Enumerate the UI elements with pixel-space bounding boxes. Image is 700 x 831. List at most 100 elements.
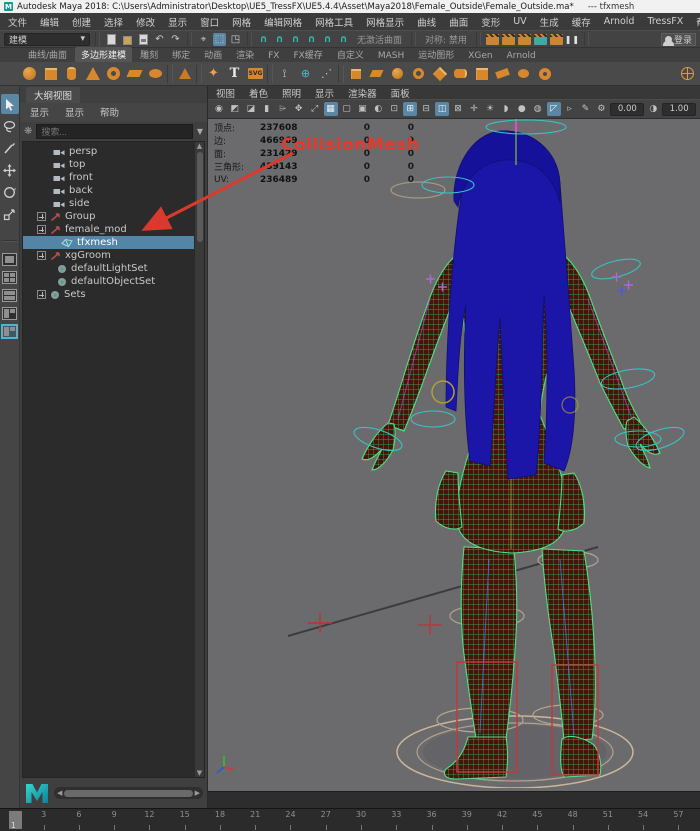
- resolution-gate-icon[interactable]: ⊞: [403, 102, 417, 116]
- viewport-menu-lighting[interactable]: 照明: [282, 86, 301, 100]
- login-button[interactable]: 登录: [661, 33, 696, 46]
- menu-mesh-display[interactable]: 网格显示: [366, 15, 404, 29]
- shelf-tab-fx[interactable]: FX: [262, 50, 285, 62]
- shelf-tab-xgen[interactable]: XGen: [462, 50, 498, 62]
- layout-four-pane-button[interactable]: [2, 271, 17, 284]
- oversan-icon[interactable]: ⤢: [308, 102, 322, 116]
- motion-blur-icon[interactable]: ◍: [531, 102, 545, 116]
- paint-select-tool[interactable]: [1, 138, 19, 158]
- shelf-tab-motion-graphics[interactable]: 运动图形: [412, 47, 460, 62]
- lighting-icon[interactable]: ☀: [483, 102, 497, 116]
- outliner-item-front[interactable]: front: [23, 171, 194, 184]
- outliner-item-defaultlightset[interactable]: defaultLightSet: [23, 262, 194, 275]
- status-separator[interactable]: [187, 32, 192, 46]
- poly-text-icon[interactable]: T: [225, 64, 244, 83]
- quad-draw-icon[interactable]: [514, 64, 533, 83]
- gate-mask-icon[interactable]: ⊟: [419, 102, 433, 116]
- safe-action-icon[interactable]: ⊠: [451, 102, 465, 116]
- scrollbar-thumb[interactable]: [197, 152, 203, 242]
- undo-icon[interactable]: ↶: [153, 33, 166, 46]
- expand-icon[interactable]: [37, 225, 46, 234]
- make-live-icon[interactable]: ∩: [337, 33, 350, 46]
- viewport-canvas[interactable]: 顶点:23760800 边:46696900 面:23142900 三角形:45…: [208, 119, 700, 791]
- locator-icon[interactable]: ⊕: [296, 64, 315, 83]
- shelf-tab-custom[interactable]: 自定义: [331, 47, 370, 62]
- menu-mesh[interactable]: 网格: [232, 15, 251, 29]
- lasso-tool[interactable]: [1, 116, 19, 136]
- shaded-icon[interactable]: ▢: [340, 102, 354, 116]
- expand-icon[interactable]: [37, 212, 46, 221]
- gamma-icon[interactable]: ◑: [646, 102, 660, 116]
- status-separator[interactable]: [247, 32, 252, 46]
- outliner-item-tfxmesh[interactable]: tfxmesh: [23, 236, 194, 249]
- viewport-menu-panels[interactable]: 面板: [391, 86, 410, 100]
- bookmark-icon[interactable]: ▮: [260, 102, 274, 116]
- poly-cylinder-icon[interactable]: [62, 64, 81, 83]
- layout-two-pane-button[interactable]: [2, 289, 17, 302]
- combine-icon[interactable]: [346, 64, 365, 83]
- move-tool[interactable]: [1, 160, 19, 180]
- snap-curve-icon[interactable]: ∩: [273, 33, 286, 46]
- outliner-item-persp[interactable]: persp: [23, 145, 194, 158]
- shelf-tab-mash[interactable]: MASH: [372, 50, 410, 62]
- separate-icon[interactable]: [367, 64, 386, 83]
- outliner-item-xggroom[interactable]: xgGroom: [23, 249, 194, 262]
- expand-icon[interactable]: [37, 251, 46, 260]
- wireframe-icon[interactable]: ▦: [324, 102, 338, 116]
- extrude-icon[interactable]: [472, 64, 491, 83]
- layout-outliner-persp-button[interactable]: [2, 325, 17, 338]
- menu-uv[interactable]: UV: [513, 16, 526, 27]
- select-object-icon[interactable]: ⬚: [213, 33, 226, 46]
- scroll-right-icon[interactable]: ▶: [195, 789, 200, 797]
- outliner-item-defaultobjectset[interactable]: defaultObjectSet: [23, 275, 194, 288]
- outliner-item-group[interactable]: Group: [23, 210, 194, 223]
- select-camera-icon[interactable]: ◉: [212, 102, 226, 116]
- outliner-item-back[interactable]: back: [23, 184, 194, 197]
- shelf-tab-poly-modeling[interactable]: 多边形建模: [75, 47, 132, 62]
- multi-cut-icon[interactable]: [493, 64, 512, 83]
- status-separator[interactable]: [411, 32, 416, 46]
- outliner-item-top[interactable]: top: [23, 158, 194, 171]
- film-gate-icon[interactable]: ⊡: [387, 102, 401, 116]
- poly-cube-icon[interactable]: [41, 64, 60, 83]
- time-slider[interactable]: 1 3 6 9 12 15 18 21 24 27 30 33 36 39 42…: [0, 808, 700, 831]
- textured-icon[interactable]: ▣: [355, 102, 369, 116]
- image-plane-icon[interactable]: ⌲: [276, 102, 290, 116]
- menu-deform[interactable]: 变形: [481, 15, 500, 29]
- xray-icon[interactable]: ◸: [547, 102, 561, 116]
- shelf-tab-rigging[interactable]: 绑定: [166, 47, 196, 62]
- poly-cone-icon[interactable]: [83, 64, 102, 83]
- bevel-icon[interactable]: [430, 64, 449, 83]
- snap-projected-center-icon[interactable]: ∩: [305, 33, 318, 46]
- field-chart-icon[interactable]: ◫: [435, 102, 449, 116]
- outliner-menu-help[interactable]: 帮助: [100, 105, 119, 119]
- save-scene-icon[interactable]: [137, 33, 150, 46]
- screen-space-ao-icon[interactable]: ●: [515, 102, 529, 116]
- grease-pencil-icon[interactable]: ✎: [579, 102, 593, 116]
- viewport-menu-view[interactable]: 视图: [216, 86, 235, 100]
- layout-persp-outliner-button[interactable]: [2, 307, 17, 320]
- snap-grid-icon[interactable]: ∩: [257, 33, 270, 46]
- select-tool[interactable]: [1, 94, 19, 114]
- scrollbar-thumb[interactable]: [64, 790, 192, 797]
- render-icon[interactable]: [486, 33, 499, 46]
- camera-attributes-icon[interactable]: ◪: [244, 102, 258, 116]
- outliner-menu-display[interactable]: 显示: [30, 105, 49, 119]
- menu-curves[interactable]: 曲线: [417, 15, 436, 29]
- menu-set-selector[interactable]: 建模▾: [4, 33, 90, 46]
- menu-select[interactable]: 选择: [104, 15, 123, 29]
- viewport-menu-show[interactable]: 显示: [315, 86, 334, 100]
- use-default-material-icon[interactable]: ◐: [371, 102, 385, 116]
- menu-mesh-tools[interactable]: 网格工具: [315, 15, 353, 29]
- new-scene-icon[interactable]: [105, 33, 118, 46]
- lock-camera-icon[interactable]: ◩: [228, 102, 242, 116]
- gamma-field[interactable]: 1.00: [662, 103, 696, 116]
- measure-tool-icon[interactable]: ⋰: [317, 64, 336, 83]
- menu-edit-mesh[interactable]: 编辑网格: [264, 15, 302, 29]
- menu-display[interactable]: 显示: [168, 15, 187, 29]
- outliner-horizontal-scrollbar[interactable]: ◀ ▶: [54, 787, 203, 799]
- target-weld-icon[interactable]: [535, 64, 554, 83]
- outliner-search-input[interactable]: [36, 124, 192, 139]
- shelf-tab-curves-surfaces[interactable]: 曲线/曲面: [22, 47, 73, 62]
- menu-windows[interactable]: 窗口: [200, 15, 219, 29]
